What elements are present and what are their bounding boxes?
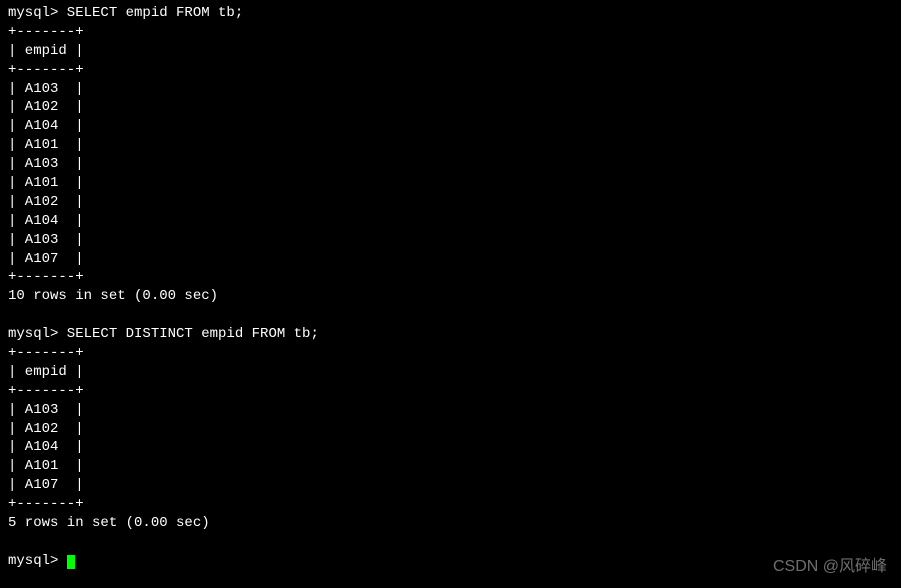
table-row: | A107 | — [8, 476, 893, 495]
query-line: mysql> SELECT DISTINCT empid FROM tb; — [8, 325, 893, 344]
table-border: +-------+ — [8, 382, 893, 401]
table-border: +-------+ — [8, 23, 893, 42]
result-status: 10 rows in set (0.00 sec) — [8, 287, 893, 306]
table-row: | A104 | — [8, 212, 893, 231]
blank-line — [8, 306, 893, 325]
table-row: | A103 | — [8, 401, 893, 420]
cursor — [67, 555, 75, 569]
table-row: | A101 | — [8, 174, 893, 193]
mysql-prompt[interactable]: mysql> — [8, 552, 893, 571]
query-line: mysql> SELECT empid FROM tb; — [8, 4, 893, 23]
table-row: | A107 | — [8, 250, 893, 269]
table-border: +-------+ — [8, 344, 893, 363]
terminal-output: mysql> SELECT empid FROM tb;+-------+| e… — [8, 4, 893, 571]
table-row: | A101 | — [8, 136, 893, 155]
blank-line — [8, 533, 893, 552]
result-status: 5 rows in set (0.00 sec) — [8, 514, 893, 533]
table-row: | A102 | — [8, 193, 893, 212]
table-row: | A102 | — [8, 98, 893, 117]
table-row: | A103 | — [8, 80, 893, 99]
table-row: | A101 | — [8, 457, 893, 476]
table-row: | A104 | — [8, 438, 893, 457]
table-row: | A102 | — [8, 420, 893, 439]
table-row: | A104 | — [8, 117, 893, 136]
table-border: +-------+ — [8, 61, 893, 80]
table-row: | A103 | — [8, 231, 893, 250]
table-row: | A103 | — [8, 155, 893, 174]
prompt-text: mysql> — [8, 553, 67, 569]
table-header: | empid | — [8, 42, 893, 61]
table-border: +-------+ — [8, 268, 893, 287]
table-border: +-------+ — [8, 495, 893, 514]
table-header: | empid | — [8, 363, 893, 382]
